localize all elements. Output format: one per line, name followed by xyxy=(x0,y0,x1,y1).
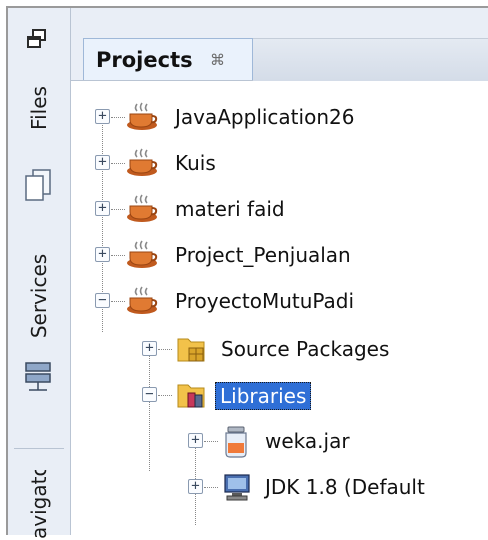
tree-connector xyxy=(204,441,218,442)
tree-node-label: JDK 1.8 (Default xyxy=(265,475,425,499)
tree-connector xyxy=(111,209,125,210)
tab-files[interactable]: Files xyxy=(14,64,64,152)
tree-node-label: materi faid xyxy=(175,197,285,221)
source-packages-icon xyxy=(175,333,207,369)
close-icon[interactable]: ⌘ xyxy=(210,51,225,69)
tree-node-project[interactable]: + JavaApplication26 xyxy=(71,95,488,141)
expand-toggle[interactable]: + xyxy=(188,433,203,448)
tab-navigator-label: Navigator xyxy=(27,470,51,540)
tree-connector xyxy=(204,487,218,488)
tab-navigator[interactable]: Navigator xyxy=(14,470,64,540)
files-icon xyxy=(23,168,53,206)
tree-node-label: weka.jar xyxy=(265,429,350,453)
tree-node-project[interactable]: + materi faid xyxy=(71,187,488,233)
tree-node-libraries[interactable]: − Libraries xyxy=(71,373,488,419)
tree-node-label-selected: Libraries xyxy=(215,382,312,410)
services-icon xyxy=(23,360,53,398)
tree-connector xyxy=(111,117,125,118)
tab-services[interactable]: Services xyxy=(14,236,64,356)
collapse-toggle[interactable]: − xyxy=(95,293,110,308)
panel-header: Projects ⌘ xyxy=(71,8,488,81)
tab-projects[interactable]: Projects ⌘ xyxy=(83,38,253,80)
expand-toggle[interactable]: + xyxy=(95,155,110,170)
sidebar-separator xyxy=(14,448,64,449)
restore-window-icon[interactable] xyxy=(26,28,48,54)
tree-connector xyxy=(111,301,125,302)
tree-node-label: Kuis xyxy=(175,151,216,175)
project-tree: + JavaApplication26 + Kuis + materi faid… xyxy=(71,81,488,535)
tree-node-source-packages[interactable]: + Source Packages xyxy=(71,327,488,373)
tree-node-project[interactable]: − ProyectoMutuPadi xyxy=(71,279,488,325)
side-toolbar: Files Services Navigator xyxy=(8,8,71,540)
tree-connector xyxy=(158,395,172,396)
tree-node-project[interactable]: + Kuis xyxy=(71,141,488,187)
jar-icon xyxy=(221,425,251,463)
expand-toggle[interactable]: + xyxy=(188,479,203,494)
java-project-icon xyxy=(125,101,159,137)
tree-connector xyxy=(111,163,125,164)
tab-strip xyxy=(253,38,488,81)
tree-node-label: JavaApplication26 xyxy=(175,105,355,129)
ide-window: Files Services Navigator Projects ⌘ + Ja… xyxy=(6,6,488,540)
expand-toggle[interactable]: + xyxy=(95,247,110,262)
collapse-toggle[interactable]: − xyxy=(142,387,157,402)
tree-node-label: Project_Penjualan xyxy=(175,243,351,267)
tree-node-jar[interactable]: + weka.jar xyxy=(71,419,488,465)
expand-toggle[interactable]: + xyxy=(142,341,157,356)
tree-connector xyxy=(111,255,125,256)
java-project-icon xyxy=(125,239,159,275)
java-project-icon xyxy=(125,193,159,229)
java-project-icon xyxy=(125,147,159,183)
tree-node-label: ProyectoMutuPadi xyxy=(175,289,355,313)
java-project-icon xyxy=(125,285,159,321)
tab-services-label: Services xyxy=(27,253,51,339)
tab-projects-label: Projects xyxy=(96,48,193,72)
libraries-icon xyxy=(175,379,207,415)
tree-node-project[interactable]: + Project_Penjualan xyxy=(71,233,488,279)
tree-connector xyxy=(158,349,172,350)
tree-node-jdk[interactable]: + JDK 1.8 (Default xyxy=(71,465,488,511)
jdk-icon xyxy=(221,471,253,507)
expand-toggle[interactable]: + xyxy=(95,201,110,216)
tab-files-label: Files xyxy=(26,86,51,130)
expand-toggle[interactable]: + xyxy=(95,109,110,124)
tree-node-label: Source Packages xyxy=(221,337,390,361)
